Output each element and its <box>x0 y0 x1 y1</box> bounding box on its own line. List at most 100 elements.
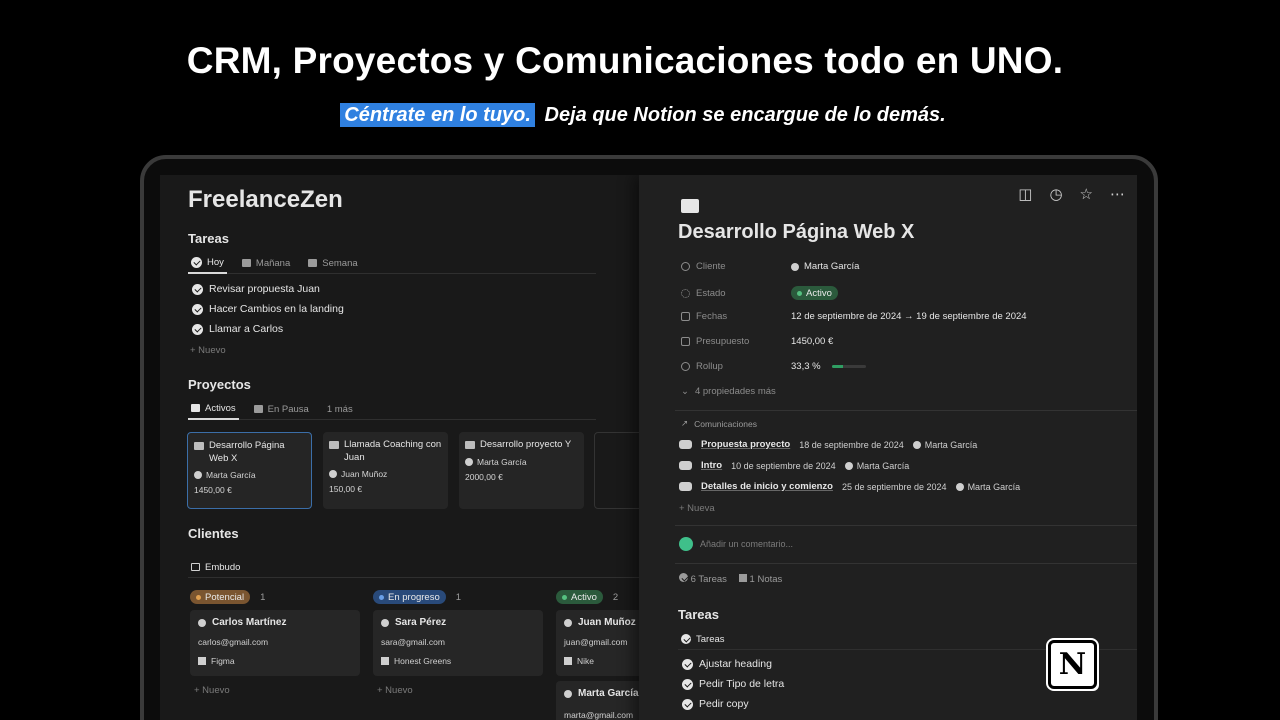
tab-semana[interactable]: Semana <box>305 252 360 274</box>
check-icon[interactable] <box>682 658 693 670</box>
calendar-icon <box>308 259 318 267</box>
check-icon <box>681 634 691 644</box>
check-icon[interactable] <box>682 678 693 690</box>
page-tabs: 6 Tareas 1 Notas <box>679 573 782 585</box>
prop-rollup[interactable]: Rollup 33,3 % <box>681 361 866 372</box>
task-item[interactable]: Pedir copy <box>682 698 749 710</box>
person-icon <box>381 618 389 627</box>
new-task-button[interactable]: + Nuevo <box>190 345 226 356</box>
client-card[interactable]: Carlos Martínez carlos@gmail.com Figma <box>190 610 360 676</box>
tab-tareas[interactable]: Tareas <box>678 628 728 650</box>
new-comm-button[interactable]: + Nueva <box>679 503 715 514</box>
new-client-button[interactable]: + Nuevo <box>377 685 413 696</box>
star-icon[interactable]: ☆ <box>1080 185 1093 203</box>
folder-icon <box>191 404 200 412</box>
comment-icon[interactable]: ◫ <box>1018 185 1032 203</box>
task-item[interactable]: Pedir Tipo de letra <box>682 678 784 690</box>
project-card-empty[interactable] <box>594 432 640 509</box>
project-card[interactable]: Desarrollo proyecto Y Marta García 2000,… <box>459 432 584 509</box>
check-icon[interactable] <box>192 283 203 295</box>
person-icon <box>791 262 799 271</box>
comm-item[interactable]: Intro 10 de septiembre de 2024 Marta Gar… <box>679 460 909 471</box>
person-icon <box>681 262 690 271</box>
folder-icon <box>194 442 204 450</box>
tab-tareas-count[interactable]: 6 Tareas <box>679 573 727 585</box>
hero-highlight: Céntrate en lo tuyo. <box>340 103 535 127</box>
status-icon <box>681 288 690 298</box>
folder-icon <box>681 199 699 213</box>
client-card[interactable]: Juan Muñoz juan@gmail.com Nike <box>556 610 640 676</box>
task-item[interactable]: Ajustar heading <box>682 658 772 670</box>
tab-activos[interactable]: Activos <box>188 398 239 420</box>
column-count: 1 <box>260 591 266 603</box>
divider <box>675 525 1137 526</box>
client-card[interactable]: Sara Pérez sara@gmail.com Honest Greens <box>373 610 543 676</box>
calendar-icon <box>241 259 251 267</box>
prop-estado[interactable]: Estado Activo <box>681 286 838 300</box>
comm-item[interactable]: Detalles de inicio y comienzo 25 de sept… <box>679 481 1020 492</box>
client-card[interactable]: Marta García marta@gmail.com <box>556 681 640 720</box>
project-card[interactable]: Desarrollo Página Web X Marta García 145… <box>187 432 312 509</box>
status-pill: Potencial <box>190 590 251 604</box>
tab-en-pausa[interactable]: En Pausa <box>251 398 312 420</box>
hero-subtitle-text: Deja que Notion se encargue de lo demás. <box>544 104 946 126</box>
prop-cliente[interactable]: Cliente Marta García <box>681 261 859 272</box>
more-properties-toggle[interactable]: ⌄ 4 propiedades más <box>681 386 776 397</box>
task-item[interactable]: Llamar a Carlos <box>192 323 283 335</box>
divider <box>675 563 1137 564</box>
task-item[interactable]: Hacer Cambios en la landing <box>192 303 344 315</box>
column-count: 2 <box>612 591 619 603</box>
workspace-page: FreelanceZen Tareas Hoy Mañana Semana Re… <box>160 175 640 720</box>
column-header-activo[interactable]: Activo 2 <box>556 590 618 604</box>
status-pill: Activo <box>556 590 603 604</box>
check-icon[interactable] <box>192 323 203 335</box>
person-icon <box>564 689 572 698</box>
tab-embudo[interactable]: Embudo <box>188 556 243 578</box>
check-icon[interactable] <box>192 303 203 315</box>
clientes-heading: Clientes <box>188 526 239 541</box>
check-icon[interactable] <box>682 698 693 710</box>
person-icon <box>198 618 206 627</box>
tab-more[interactable]: 1 más <box>324 398 356 420</box>
rollup-progress-bar <box>831 365 866 368</box>
tab-notas-count[interactable]: 1 Notas <box>738 573 782 585</box>
tareas-section-heading: Tareas <box>678 607 719 622</box>
building-icon <box>198 657 206 665</box>
person-icon <box>564 618 572 627</box>
status-dot <box>379 594 384 600</box>
tab-manana[interactable]: Mañana <box>239 252 293 274</box>
clientes-view-tabs: Embudo <box>188 556 640 578</box>
chat-icon <box>679 440 692 449</box>
prop-presupuesto[interactable]: Presupuesto 1450,00 € <box>681 336 833 347</box>
status-dot <box>797 290 802 296</box>
prop-fechas[interactable]: Fechas 12 de septiembre de 2024 → 19 de … <box>681 311 1027 322</box>
notion-logo: N <box>1048 640 1097 689</box>
new-client-button[interactable]: + Nuevo <box>194 685 230 696</box>
comm-item[interactable]: Propuesta proyecto 18 de septiembre de 2… <box>679 439 977 450</box>
column-header-potencial[interactable]: Potencial 1 <box>190 590 265 604</box>
calendar-icon <box>681 312 690 321</box>
person-icon <box>465 458 473 466</box>
clock-icon[interactable]: ◷ <box>1049 185 1062 203</box>
tab-hoy[interactable]: Hoy <box>188 252 227 274</box>
page-title[interactable]: Desarrollo Página Web X <box>678 221 914 244</box>
hero-subtitle: Céntrate en lo tuyo. Deja que Notion se … <box>0 103 1280 127</box>
task-item[interactable]: Revisar propuesta Juan <box>192 283 320 295</box>
person-icon <box>194 471 202 479</box>
project-card[interactable]: Llamada Coaching con Juan Juan Muñoz 150… <box>323 432 448 509</box>
status-dot <box>562 594 567 600</box>
column-header-en-progreso[interactable]: En progreso 1 <box>373 590 461 604</box>
check-icon <box>679 573 688 582</box>
check-icon <box>191 256 202 268</box>
search-icon <box>681 362 690 371</box>
client-email: juan@gmail.com <box>564 637 628 647</box>
more-icon[interactable]: ⋯ <box>1110 185 1125 203</box>
chevron-down-icon: ⌄ <box>681 386 689 397</box>
board-icon <box>191 563 200 571</box>
status-dot <box>196 594 201 600</box>
comment-input[interactable]: Añadir un comentario... <box>700 539 793 549</box>
tareas-heading: Tareas <box>188 231 229 246</box>
comunicaciones-heading[interactable]: ↗ Comunicaciones <box>681 418 757 429</box>
comment-box[interactable]: Añadir un comentario... <box>679 537 793 551</box>
workspace-title: FreelanceZen <box>188 186 343 213</box>
